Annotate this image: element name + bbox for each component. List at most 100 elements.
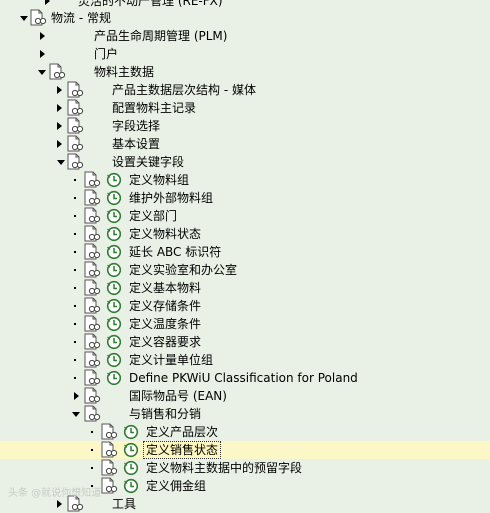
- expand-arrow-down-icon[interactable]: [38, 70, 46, 75]
- tree-node-label[interactable]: 灵活的不动产管理 (RE-FX): [78, 0, 223, 9]
- tree-node-label[interactable]: 定义计量单位组: [129, 352, 213, 368]
- document-icon: [84, 405, 101, 422]
- tree-node-label[interactable]: 定义佣金组: [146, 478, 206, 494]
- activity-key-fields-7[interactable]: 定义存储条件: [0, 297, 490, 315]
- tree-node-label[interactable]: 定义实验室和办公室: [129, 262, 237, 278]
- tree-node-label[interactable]: 物流 - 常规: [51, 10, 111, 26]
- tree-node-label[interactable]: 配置物料主记录: [112, 100, 196, 116]
- execute-clock-icon[interactable]: [106, 262, 122, 278]
- tree-node-label[interactable]: 产品主数据层次结构 - 媒体: [112, 82, 256, 98]
- node-plm[interactable]: 产品生命周期管理 (PLM): [0, 27, 490, 45]
- document-icon: [84, 225, 101, 242]
- leaf-bullet-icon: [74, 215, 76, 217]
- expand-arrow-right-icon[interactable]: [45, 0, 50, 5]
- activity-sales-2[interactable]: 定义物料主数据中的预留字段: [0, 459, 490, 477]
- tree-node-label[interactable]: Define PKWiU Classification for Poland: [129, 370, 358, 386]
- activity-key-fields-1[interactable]: 维护外部物料组: [0, 189, 490, 207]
- tree-node-label[interactable]: 物料主数据: [94, 64, 154, 80]
- execute-clock-icon[interactable]: [106, 298, 122, 314]
- tree-node-label[interactable]: 定义存储条件: [129, 298, 201, 314]
- expand-arrow-right-icon[interactable]: [57, 140, 62, 148]
- node-mm-child-1[interactable]: 配置物料主记录: [0, 99, 490, 117]
- execute-clock-icon[interactable]: [106, 208, 122, 224]
- expand-arrow-down-icon[interactable]: [72, 412, 80, 417]
- tree-node-label[interactable]: 定义销售状态: [142, 441, 222, 459]
- execute-clock-icon[interactable]: [106, 370, 122, 386]
- expand-arrow-right-icon[interactable]: [57, 122, 62, 130]
- execute-clock-icon[interactable]: [123, 460, 139, 476]
- execute-clock-icon[interactable]: [106, 172, 122, 188]
- expand-arrow-right-icon[interactable]: [40, 32, 45, 40]
- activity-sales-1[interactable]: 定义销售状态: [0, 441, 490, 459]
- execute-clock-icon[interactable]: [106, 280, 122, 296]
- execute-clock-icon[interactable]: [106, 226, 122, 242]
- activity-key-fields-2[interactable]: 定义部门: [0, 207, 490, 225]
- leaf-bullet-icon: [74, 251, 76, 253]
- node-mm-child-0[interactable]: 产品主数据层次结构 - 媒体: [0, 81, 490, 99]
- tree-node-label[interactable]: 定义部门: [129, 208, 177, 224]
- tree-node-label[interactable]: 定义基本物料: [129, 280, 201, 296]
- leaf-bullet-icon: [91, 467, 93, 469]
- document-icon: [84, 261, 101, 278]
- expand-arrow-right-icon[interactable]: [57, 500, 62, 508]
- document-icon: [67, 153, 84, 170]
- tree-node-label[interactable]: 门户: [94, 46, 118, 62]
- tree-node-label[interactable]: 设置关键字段: [112, 154, 184, 170]
- execute-clock-icon[interactable]: [106, 190, 122, 206]
- node-logistics-general[interactable]: 物流 - 常规: [0, 9, 490, 27]
- leaf-bullet-icon: [74, 341, 76, 343]
- document-icon: [101, 477, 118, 494]
- tree-node-label[interactable]: 延长 ABC 标识符: [129, 244, 221, 260]
- tree-node-label[interactable]: 定义产品层次: [146, 424, 218, 440]
- tree-node-label[interactable]: 产品生命周期管理 (PLM): [94, 28, 227, 44]
- activity-key-fields-9[interactable]: 定义容器要求: [0, 333, 490, 351]
- execute-clock-icon[interactable]: [123, 424, 139, 440]
- tree-node-label[interactable]: 工具: [112, 496, 136, 512]
- tree-node-label[interactable]: 定义物料主数据中的预留字段: [146, 460, 302, 476]
- node-ean[interactable]: 国际物品号 (EAN): [0, 387, 490, 405]
- node-portal[interactable]: 门户: [0, 45, 490, 63]
- document-icon: [67, 99, 84, 116]
- tree-node-label[interactable]: 定义容器要求: [129, 334, 201, 350]
- document-icon: [101, 459, 118, 476]
- tree-node-label[interactable]: 基本设置: [112, 136, 160, 152]
- document-icon: [84, 243, 101, 260]
- execute-clock-icon[interactable]: [123, 478, 139, 494]
- activity-key-fields-5[interactable]: 定义实验室和办公室: [0, 261, 490, 279]
- tree-node-label[interactable]: 定义物料组: [129, 172, 189, 188]
- execute-clock-icon[interactable]: [106, 334, 122, 350]
- tree-node-label[interactable]: 与销售和分销: [129, 406, 201, 422]
- node-mm-child-3[interactable]: 基本设置: [0, 135, 490, 153]
- activity-key-fields-11[interactable]: Define PKWiU Classification for Poland: [0, 369, 490, 387]
- activity-key-fields-3[interactable]: 定义物料状态: [0, 225, 490, 243]
- tree-node-label[interactable]: 国际物品号 (EAN): [129, 388, 227, 404]
- expand-arrow-right-icon[interactable]: [57, 86, 62, 94]
- execute-clock-icon[interactable]: [106, 244, 122, 260]
- expand-arrow-right-icon[interactable]: [40, 50, 45, 58]
- tree-node-label[interactable]: 定义温度条件: [129, 316, 201, 332]
- execute-clock-icon[interactable]: [106, 352, 122, 368]
- leaf-bullet-icon: [74, 269, 76, 271]
- tree-node-label[interactable]: 字段选择: [112, 118, 160, 134]
- activity-key-fields-0[interactable]: 定义物料组: [0, 171, 490, 189]
- tree-node-label[interactable]: 维护外部物料组: [129, 190, 213, 206]
- execute-clock-icon[interactable]: [106, 316, 122, 332]
- node-mm-child-2[interactable]: 字段选择: [0, 117, 490, 135]
- leaf-bullet-icon: [74, 179, 76, 181]
- execute-clock-icon[interactable]: [123, 442, 139, 458]
- expand-arrow-down-icon[interactable]: [57, 160, 65, 165]
- activity-key-fields-6[interactable]: 定义基本物料: [0, 279, 490, 297]
- expand-arrow-right-icon[interactable]: [57, 104, 62, 112]
- expand-arrow-down-icon[interactable]: [20, 16, 28, 21]
- leaf-bullet-icon: [91, 449, 93, 451]
- expand-arrow-right-icon[interactable]: [74, 392, 79, 400]
- activity-sales-0[interactable]: 定义产品层次: [0, 423, 490, 441]
- activity-key-fields-10[interactable]: 定义计量单位组: [0, 351, 490, 369]
- activity-key-fields-4[interactable]: 延长 ABC 标识符: [0, 243, 490, 261]
- node-sales-distribution[interactable]: 与销售和分销: [0, 405, 490, 423]
- activity-key-fields-8[interactable]: 定义温度条件: [0, 315, 490, 333]
- node-material-master[interactable]: 物料主数据: [0, 63, 490, 81]
- tree-node-label[interactable]: 定义物料状态: [129, 226, 201, 242]
- document-icon: [84, 387, 101, 404]
- node-mm-child-4[interactable]: 设置关键字段: [0, 153, 490, 171]
